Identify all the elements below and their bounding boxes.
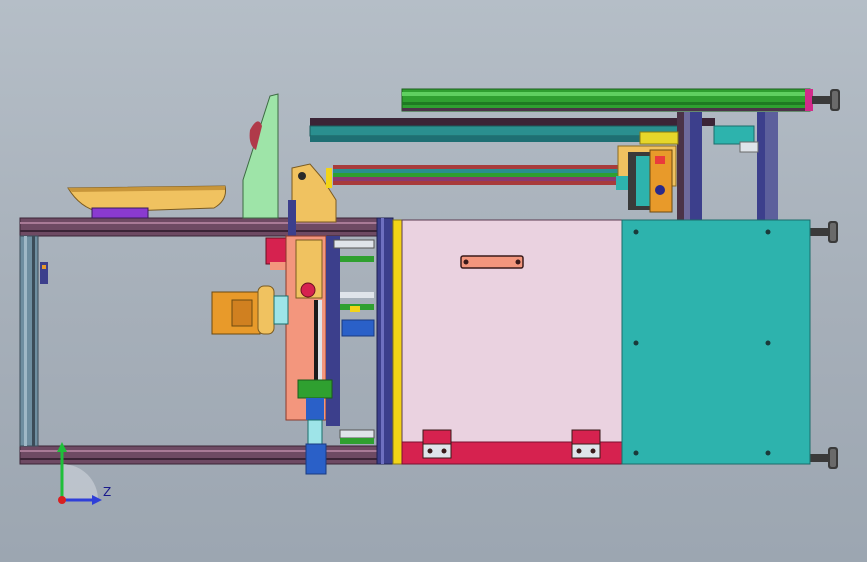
hinge-left (422, 429, 452, 459)
pink-panel (401, 219, 623, 443)
leveling-foot-top (812, 89, 840, 111)
leveling-feet (810, 89, 840, 469)
motor-unit (211, 285, 289, 335)
yellow-strip (392, 219, 403, 465)
handle (460, 255, 524, 269)
cabinet (401, 219, 811, 465)
leveling-foot-bottom (810, 447, 838, 469)
beam-end-cap (805, 89, 813, 111)
teal-beam (309, 125, 681, 137)
teal-panel (621, 219, 811, 465)
mint-guard-plate (242, 93, 279, 219)
left-frame (19, 217, 403, 465)
frame-right-post (376, 217, 394, 465)
hinge-right (571, 429, 601, 459)
cad-viewport[interactable]: Z (0, 0, 867, 562)
triad-z-label: Z (103, 485, 112, 499)
mid-rod (333, 165, 628, 169)
feed-tray (67, 185, 226, 219)
leveling-foot-mid (810, 221, 838, 243)
cad-model-view[interactable] (0, 0, 867, 562)
top-bracket-rail (310, 118, 715, 126)
triad-x-axis (58, 496, 66, 504)
frame-left-post (19, 235, 39, 447)
right-mechanism (616, 145, 677, 213)
